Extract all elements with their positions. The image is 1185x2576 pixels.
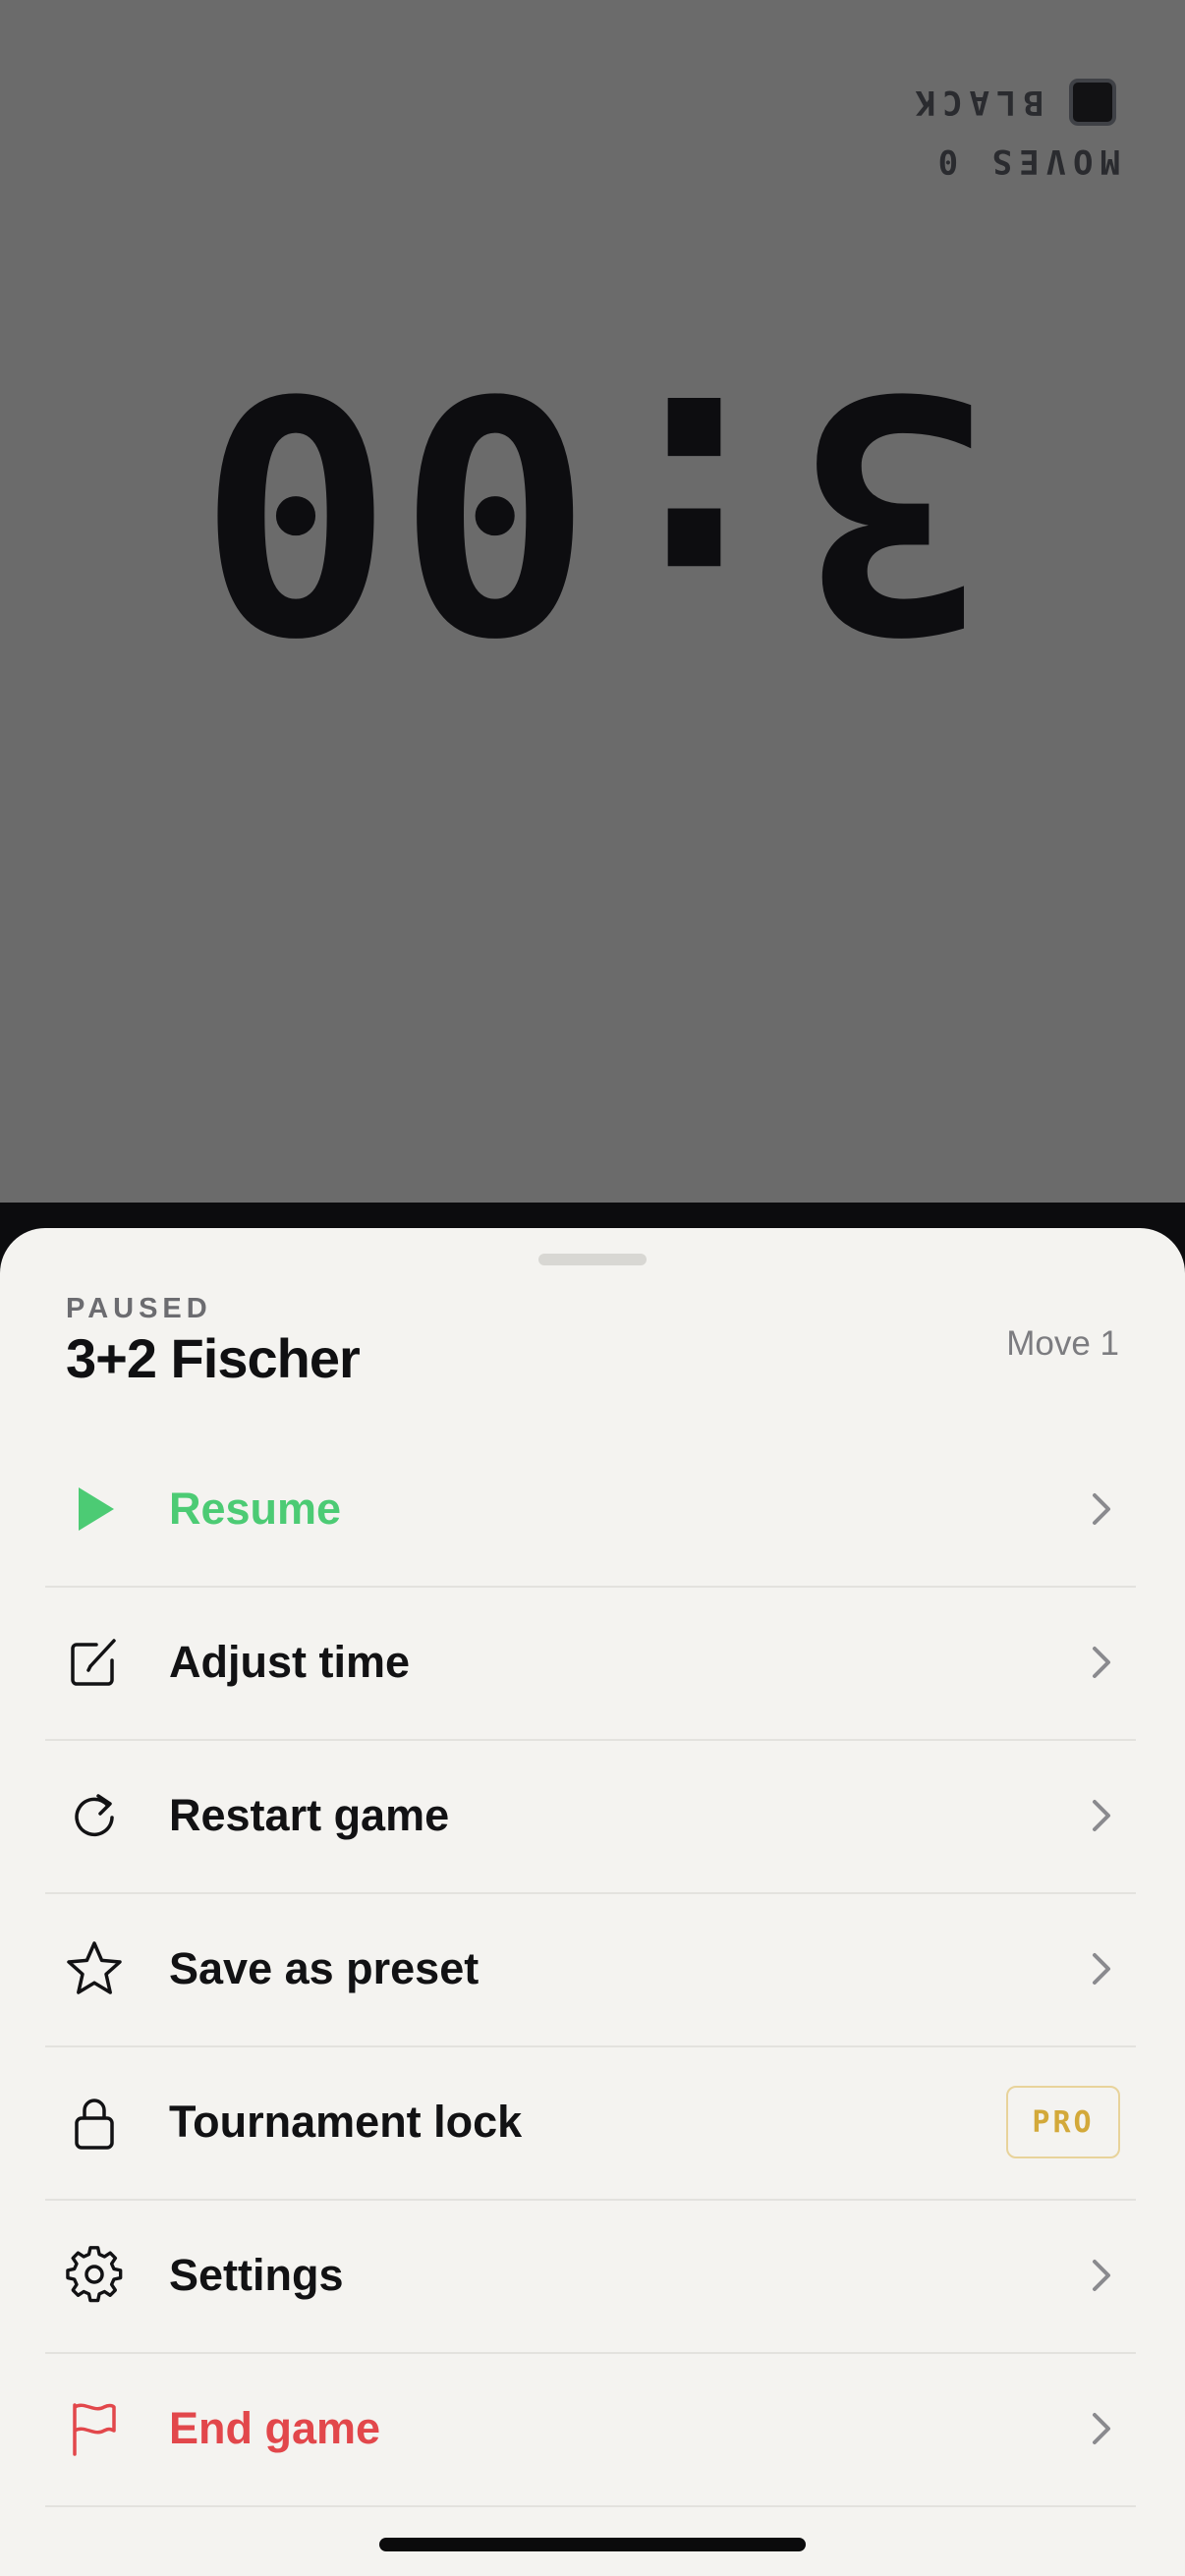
status-label: PAUSED [66, 1293, 212, 1324]
gear-icon [66, 2246, 123, 2303]
menu-item-settings[interactable]: Settings [45, 2199, 1136, 2354]
menu-item-resume[interactable]: Resume [45, 1432, 1136, 1588]
home-indicator[interactable] [379, 2538, 806, 2551]
move-count: Move 1 [1006, 1324, 1119, 1363]
restart-icon [75, 1794, 114, 1837]
chevron-right-icon [1093, 1493, 1110, 1525]
pro-badge: PRO [1006, 2086, 1120, 2158]
menu-item-label: End game [169, 2403, 381, 2453]
clock-time: 3:00 [194, 321, 991, 699]
menu-item-restart-game[interactable]: Restart game [45, 1739, 1136, 1894]
star-icon [67, 1941, 122, 1994]
menu-item-label: Tournament lock [169, 2097, 523, 2147]
menu-item-label: Save as preset [169, 1943, 480, 1993]
sheet-grabber[interactable] [538, 1254, 647, 1265]
menu-item-adjust-time[interactable]: Adjust time [45, 1586, 1136, 1741]
menu-item-label: Adjust time [169, 1637, 411, 1687]
flipped-clock-face: MOVES 0 3:00 [0, 0, 1185, 1203]
game-title: 3+2 Fischer [66, 1327, 361, 1389]
opponent-clock-panel[interactable]: MOVES 0 3:00 [0, 0, 1185, 1203]
menu-item-label: Settings [169, 2250, 344, 2300]
flag-icon [73, 2403, 116, 2456]
chevron-right-icon [1093, 2413, 1110, 2444]
menu-item-tournament-lock[interactable]: Tournament lock PRO [45, 2045, 1136, 2201]
menu-item-label: Resume [169, 1484, 342, 1534]
menu-item-label: Restart game [169, 1790, 450, 1840]
menu-item-end-game[interactable]: End game [45, 2352, 1136, 2507]
chevron-right-icon [1093, 1953, 1110, 1985]
lock-icon [75, 2099, 114, 2150]
chevron-right-icon [1093, 2260, 1110, 2291]
chevron-right-icon [1093, 1800, 1110, 1831]
menu-item-save-as-preset[interactable]: Save as preset [45, 1892, 1136, 2047]
moves-counter: MOVES 0 [931, 141, 1120, 181]
play-icon [79, 1487, 114, 1531]
edit-icon [71, 1639, 116, 1686]
chevron-right-icon [1093, 1647, 1110, 1678]
